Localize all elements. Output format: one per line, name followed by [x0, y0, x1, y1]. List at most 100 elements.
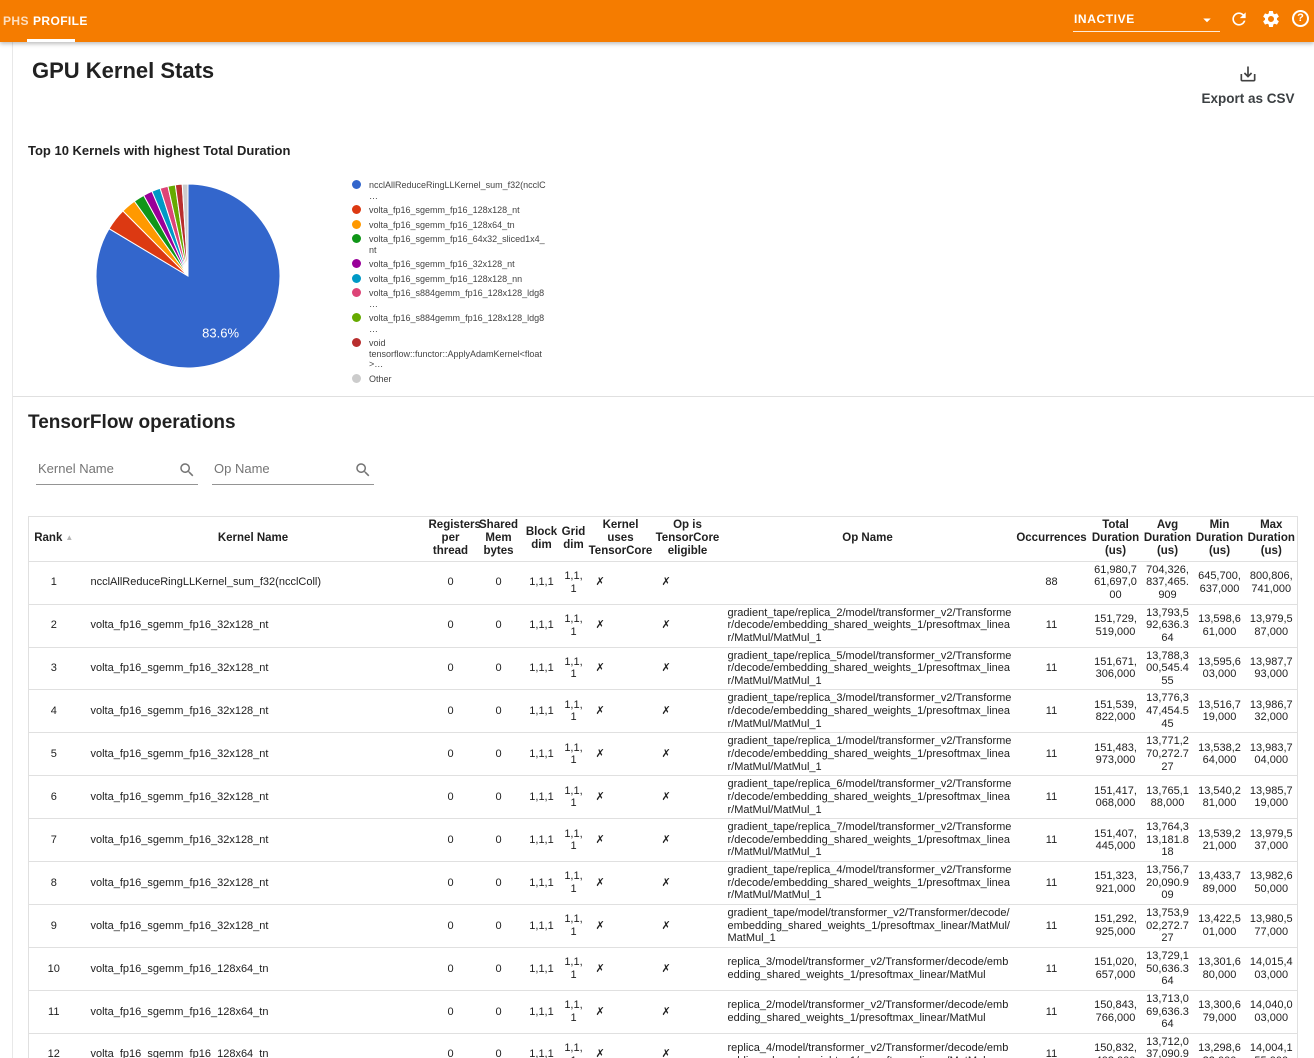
cell-min-duration: 13,300,679,000	[1194, 990, 1246, 1033]
run-status-select[interactable]: INACTIVE	[1073, 6, 1220, 32]
kernel-duration-pie-chart[interactable]: 83.6%	[93, 181, 283, 371]
cell-avg-duration: 13,793,592,636.364	[1142, 604, 1194, 647]
profile-page: PHS PROFILE INACTIVE ? GPU Kernel Stats …	[0, 0, 1314, 1058]
cell-grid-dim: 1,1,1	[560, 733, 588, 776]
tab-graphs-partial[interactable]: PHS	[3, 14, 29, 28]
legend-label: Other	[369, 374, 392, 385]
cell-block-dim: 1,1,1	[524, 862, 560, 905]
legend-item: volta_fp16_sgemm_fp16_64x32_sliced1x4_nt	[352, 234, 547, 255]
kernel-name-input[interactable]	[36, 455, 198, 485]
cell-rank: 8	[29, 862, 79, 905]
cell-max-duration: 800,806,741,000	[1246, 561, 1298, 604]
cell-grid-dim: 1,1,1	[560, 776, 588, 819]
cell-shared-mem-bytes: 0	[474, 561, 524, 604]
cell-grid-dim: 1,1,1	[560, 905, 588, 948]
legend-label: void tensorflow::functor::ApplyAdamKerne…	[369, 338, 547, 370]
op-name-filter[interactable]	[212, 455, 374, 487]
col-header-registers-per-thread[interactable]: Registers per thread	[428, 517, 474, 562]
cell-rank: 10	[29, 947, 79, 990]
legend-item: volta_fp16_sgemm_fp16_128x128_nn	[352, 274, 547, 285]
cell-rank: 7	[29, 819, 79, 862]
help-icon[interactable]: ?	[1292, 10, 1309, 27]
cell-total-duration: 151,407,445,000	[1090, 819, 1142, 862]
cell-min-duration: 13,433,789,000	[1194, 862, 1246, 905]
cell-total-duration: 151,671,306,000	[1090, 647, 1142, 690]
kernel-name-filter[interactable]	[36, 455, 198, 487]
cell-max-duration: 13,983,704,000	[1246, 733, 1298, 776]
col-header-op-is-tensorcore-eligible[interactable]: Op is TensorCore eligible	[654, 517, 722, 562]
legend-item: volta_fp16_sgemm_fp16_128x64_tn	[352, 220, 547, 231]
pie-slice-label: 83.6%	[202, 326, 239, 341]
col-header-op-name[interactable]: Op Name	[722, 517, 1014, 562]
cell-total-duration: 151,020,657,000	[1090, 947, 1142, 990]
page-title: GPU Kernel Stats	[32, 58, 214, 84]
gear-icon[interactable]	[1261, 9, 1281, 29]
op-name-input[interactable]	[212, 455, 374, 485]
col-header-avg-duration[interactable]: Avg Duration (us)	[1142, 517, 1194, 562]
tab-profile[interactable]: PROFILE	[33, 14, 88, 28]
legend-item: volta_fp16_s884gemm_fp16_128x128_ldg8…	[352, 288, 547, 309]
col-header-max-duration[interactable]: Max Duration (us)	[1246, 517, 1298, 562]
legend-swatch	[352, 205, 361, 214]
col-header-occurrences[interactable]: Occurrences	[1014, 517, 1090, 562]
col-header-min-duration[interactable]: Min Duration (us)	[1194, 517, 1246, 562]
cell-max-duration: 13,979,587,000	[1246, 604, 1298, 647]
col-header-kernel-uses-tensorcore[interactable]: Kernel uses TensorCore	[588, 517, 654, 562]
cell-avg-duration: 13,713,069,636.364	[1142, 990, 1194, 1033]
search-icon[interactable]	[354, 461, 372, 479]
col-header-kernel-name[interactable]: Kernel Name	[79, 517, 428, 562]
cell-max-duration: 13,979,537,000	[1246, 819, 1298, 862]
legend-swatch	[352, 288, 361, 297]
col-header-block-dim[interactable]: Block dim	[524, 517, 560, 562]
legend-swatch	[352, 259, 361, 268]
export-as-csv-button[interactable]: Export as CSV	[1198, 64, 1298, 106]
cell-min-duration: 13,595,603,000	[1194, 647, 1246, 690]
col-header-grid-dim[interactable]: Grid dim	[560, 517, 588, 562]
col-header-rank[interactable]: Rank▲	[29, 517, 79, 562]
cell-op-name: gradient_tape/replica_3/model/transforme…	[722, 690, 1014, 733]
cell-grid-dim: 1,1,1	[560, 862, 588, 905]
legend-swatch	[352, 234, 361, 243]
cell-kernel-name: volta_fp16_sgemm_fp16_32x128_nt	[79, 776, 428, 819]
cell-shared-mem-bytes: 0	[474, 1033, 524, 1058]
legend-item: ncclAllReduceRingLLKernel_sum_f32(ncclC…	[352, 180, 547, 201]
col-header-total-duration[interactable]: Total Duration (us)	[1090, 517, 1142, 562]
cell-kernel-uses-tensorcore: ✗	[588, 905, 654, 948]
legend-label: ncclAllReduceRingLLKernel_sum_f32(ncclC…	[369, 180, 547, 201]
cell-registers-per-thread: 0	[428, 604, 474, 647]
col-header-shared-mem-bytes[interactable]: Shared Mem bytes	[474, 517, 524, 562]
cell-kernel-name: volta_fp16_sgemm_fp16_32x128_nt	[79, 862, 428, 905]
cell-block-dim: 1,1,1	[524, 776, 560, 819]
cell-registers-per-thread: 0	[428, 561, 474, 604]
cell-kernel-uses-tensorcore: ✗	[588, 990, 654, 1033]
active-tab-underline	[27, 39, 75, 42]
cell-kernel-uses-tensorcore: ✗	[588, 1033, 654, 1058]
cell-registers-per-thread: 0	[428, 947, 474, 990]
cell-rank: 4	[29, 690, 79, 733]
cell-max-duration: 14,015,403,000	[1246, 947, 1298, 990]
cell-avg-duration: 13,771,270,272.727	[1142, 733, 1194, 776]
cell-registers-per-thread: 0	[428, 776, 474, 819]
cell-avg-duration: 13,788,300,545.455	[1142, 647, 1194, 690]
legend-item: volta_fp16_sgemm_fp16_128x128_nt	[352, 205, 547, 216]
cell-kernel-uses-tensorcore: ✗	[588, 862, 654, 905]
cell-avg-duration: 13,753,902,272.727	[1142, 905, 1194, 948]
top-toolbar: PHS PROFILE INACTIVE ?	[0, 0, 1314, 42]
cell-max-duration: 13,980,577,000	[1246, 905, 1298, 948]
legend-label: volta_fp16_sgemm_fp16_128x128_nn	[369, 274, 522, 285]
table-row: 12volta_fp16_sgemm_fp16_128x64_tn001,1,1…	[29, 1033, 1298, 1058]
cell-total-duration: 151,323,921,000	[1090, 862, 1142, 905]
cell-shared-mem-bytes: 0	[474, 733, 524, 776]
cell-grid-dim: 1,1,1	[560, 647, 588, 690]
cell-block-dim: 1,1,1	[524, 647, 560, 690]
legend-swatch	[352, 338, 361, 347]
cell-kernel-name: ncclAllReduceRingLLKernel_sum_f32(ncclCo…	[79, 561, 428, 604]
cell-registers-per-thread: 0	[428, 733, 474, 776]
cell-shared-mem-bytes: 0	[474, 604, 524, 647]
refresh-icon[interactable]	[1229, 9, 1249, 29]
cell-op-is-tensorcore-eligible: ✗	[654, 776, 722, 819]
cell-op-name: gradient_tape/replica_4/model/transforme…	[722, 862, 1014, 905]
table-row: 4volta_fp16_sgemm_fp16_32x128_nt001,1,11…	[29, 690, 1298, 733]
cell-rank: 11	[29, 990, 79, 1033]
search-icon[interactable]	[178, 461, 196, 479]
